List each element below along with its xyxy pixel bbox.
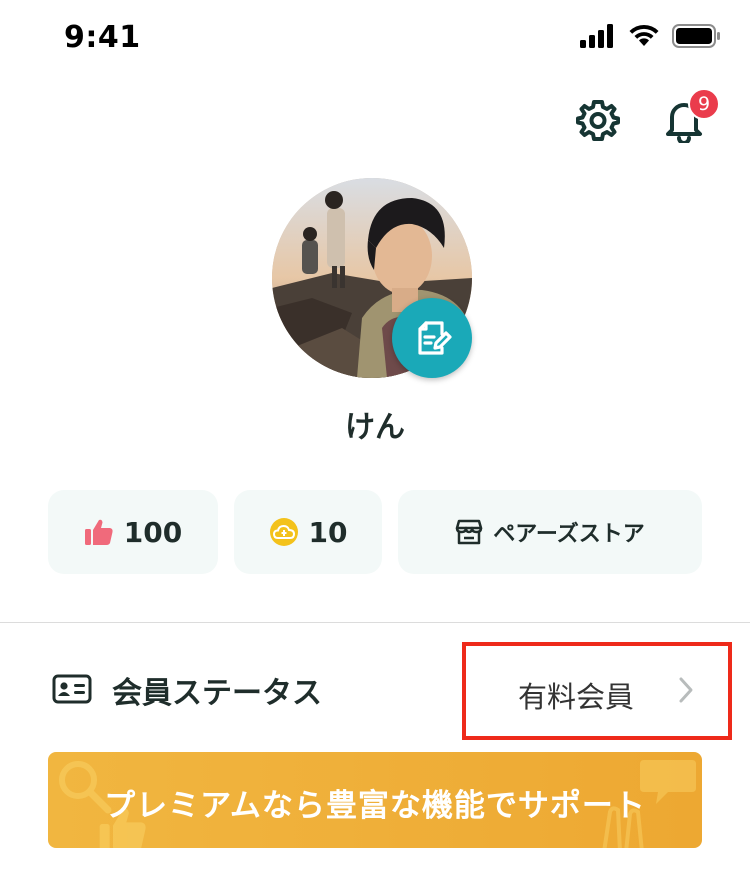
points-coin-icon — [269, 518, 298, 546]
store-icon — [455, 519, 483, 545]
points-card[interactable]: 10 — [234, 490, 382, 574]
member-status-row: 会員ステータス 有料会員 — [0, 640, 750, 740]
member-status-value-button[interactable]: 有料会員 — [462, 642, 732, 740]
settings-button[interactable] — [576, 96, 620, 144]
battery-icon — [672, 24, 720, 48]
edit-profile-icon — [418, 321, 452, 355]
store-card[interactable]: ペアーズストア — [398, 490, 702, 574]
member-status-label: 会員ステータス — [112, 676, 322, 711]
user-name: けん — [345, 410, 405, 445]
thumbs-up-icon — [84, 519, 113, 545]
chevron-right-icon — [679, 677, 693, 703]
premium-banner[interactable]: プレミアムなら豊富な機能でサポート — [48, 752, 702, 848]
premium-banner-text: プレミアムなら豊富な機能でサポート — [104, 788, 646, 824]
member-status-value: 有料会員 — [518, 680, 635, 714]
store-label: ペアーズストア — [493, 522, 645, 547]
wifi-icon — [629, 24, 659, 46]
status-time: 9:41 — [64, 20, 141, 55]
status-icons — [580, 24, 722, 48]
signal-icon — [580, 24, 613, 48]
edit-profile-button[interactable] — [392, 298, 472, 378]
likes-count: 100 — [123, 515, 183, 549]
member-card-icon — [52, 674, 92, 704]
likes-card[interactable]: 100 — [48, 490, 218, 574]
points-count: 10 — [308, 515, 348, 549]
notification-badge: 9 — [688, 88, 720, 120]
gear-icon — [576, 100, 620, 141]
notifications-button[interactable]: 9 — [662, 88, 720, 144]
section-divider — [0, 622, 750, 623]
status-bar: 9:41 — [0, 0, 750, 80]
header-actions: 9 — [576, 88, 720, 144]
